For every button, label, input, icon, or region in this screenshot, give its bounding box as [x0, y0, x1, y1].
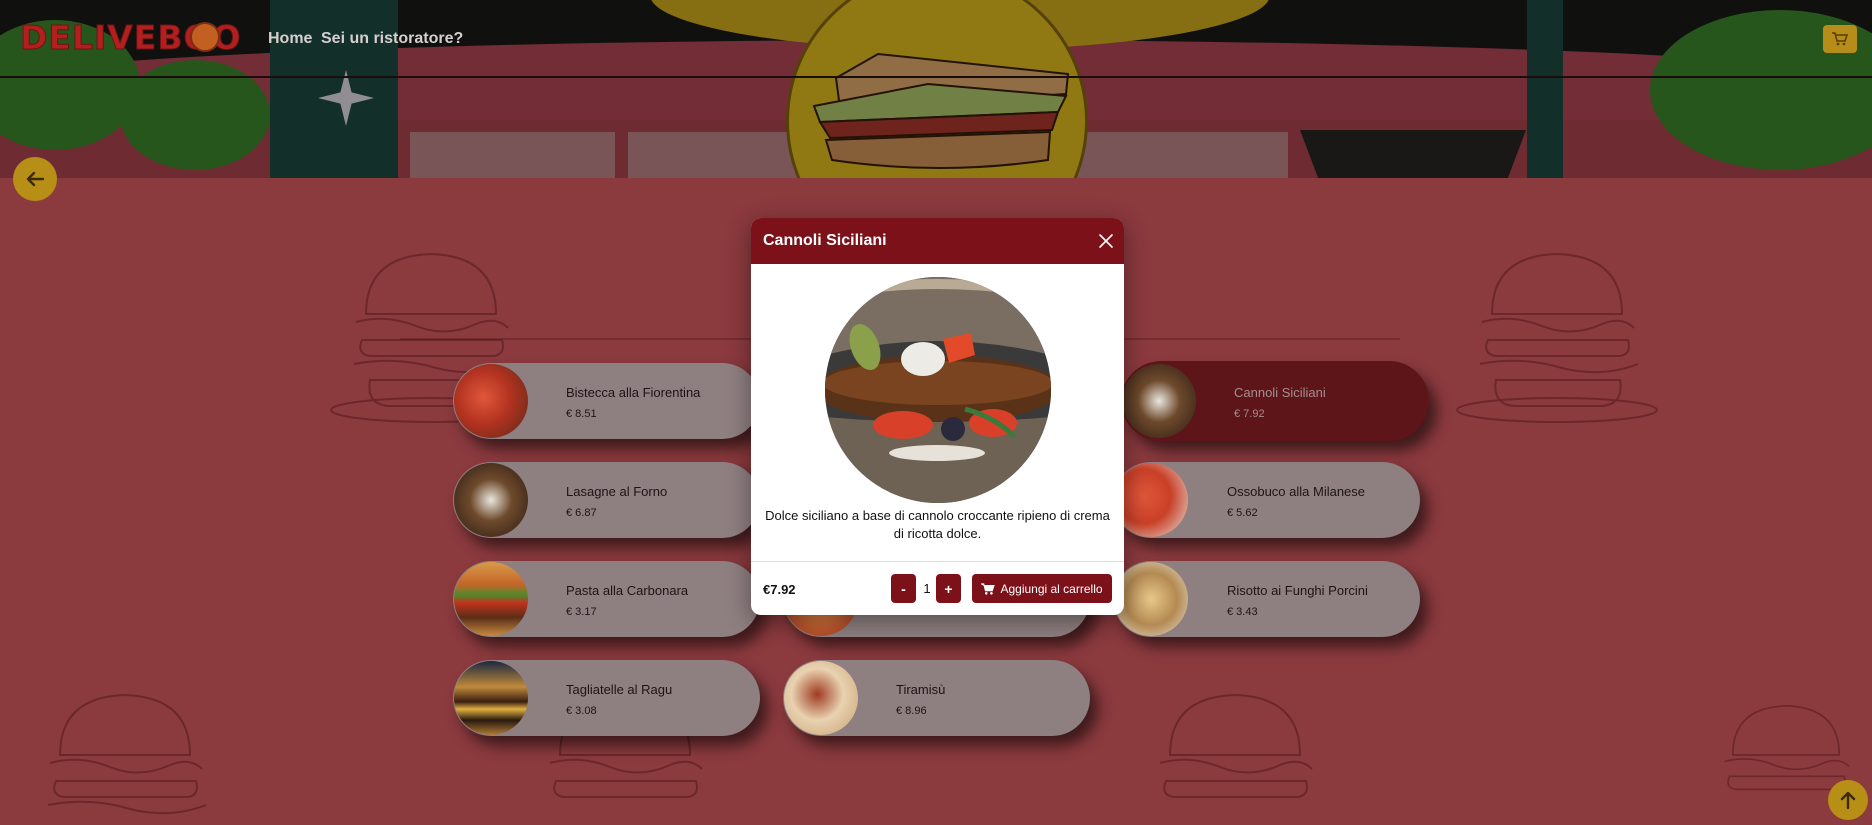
dish-price: € 3.43: [1227, 606, 1258, 618]
dish-image: [454, 364, 528, 438]
dish-price: € 6.87: [566, 507, 597, 519]
burger-doodle: [1159, 693, 1313, 798]
dish-modal: Cannoli Siciliani Dolce siciliano a base…: [751, 218, 1124, 615]
cart-button[interactable]: [1823, 25, 1857, 53]
dish-image: [454, 661, 528, 735]
dish-image: [1122, 364, 1196, 438]
add-to-cart-label: Aggiungi al carrello: [1000, 581, 1103, 596]
dish-name: Bistecca alla Fiorentina: [566, 385, 701, 400]
dish-card[interactable]: Ossobuco alla Milanese € 5.62: [1113, 462, 1420, 538]
nav-restaurateur-link[interactable]: Sei un ristoratore?: [321, 30, 463, 48]
dish-price: € 5.62: [1227, 507, 1258, 519]
dish-image: [1114, 562, 1188, 636]
dish-image: [784, 661, 858, 735]
dish-name: Lasagne al Forno: [566, 484, 668, 499]
dish-name: Cannoli Siciliani: [1234, 385, 1326, 400]
nav-home-link[interactable]: Home: [268, 30, 312, 48]
dish-card-selected[interactable]: Cannoli Siciliani € 7.92: [1121, 361, 1429, 441]
quantity-value: 1: [923, 581, 931, 596]
modal-dish-image: [825, 277, 1051, 503]
modal-divider: [751, 561, 1124, 562]
dish-image: [454, 562, 528, 636]
decrease-quantity-button[interactable]: -: [891, 574, 916, 603]
dish-price: € 8.96: [896, 705, 927, 717]
burger-doodle: [47, 693, 207, 815]
modal-description: Dolce siciliano a base di cannolo crocca…: [765, 508, 1110, 541]
increase-quantity-button[interactable]: +: [936, 574, 961, 603]
scroll-top-button[interactable]: [1828, 780, 1868, 820]
dish-card[interactable]: Tiramisù € 8.96: [783, 660, 1090, 736]
add-to-cart-button[interactable]: Aggiungi al carrello: [972, 574, 1112, 603]
dish-card[interactable]: Lasagne al Forno € 6.87: [453, 462, 760, 538]
dish-card[interactable]: Risotto ai Funghi Porcini € 3.43: [1113, 561, 1420, 637]
close-icon[interactable]: [1097, 232, 1115, 250]
dish-name: Ossobuco alla Milanese: [1227, 484, 1366, 499]
logo-meatball-icon: [190, 22, 220, 52]
navbar: DELIVEBOO Home Sei un ristoratore?: [0, 0, 1872, 78]
dish-image: [454, 463, 528, 537]
dish-name: Tagliatelle al Ragu: [566, 682, 673, 697]
dish-name: Pasta alla Carbonara: [566, 583, 689, 598]
dish-price: € 3.08: [566, 705, 597, 717]
dish-price: € 8.51: [566, 408, 597, 420]
dish-name: Tiramisù: [896, 682, 946, 697]
dish-price: € 3.17: [566, 606, 597, 618]
arrow-up-icon: [1840, 791, 1856, 809]
cart-icon: [981, 582, 996, 595]
dish-card[interactable]: Tagliatelle al Ragu € 3.08: [453, 660, 760, 736]
cart-icon: [1832, 32, 1848, 46]
modal-price: €7.92: [763, 582, 796, 597]
modal-header: Cannoli Siciliani: [751, 218, 1124, 264]
dish-card[interactable]: Bistecca alla Fiorentina € 8.51: [453, 363, 760, 439]
modal-title: Cannoli Siciliani: [763, 232, 887, 249]
dish-card[interactable]: Pasta alla Carbonara € 3.17: [453, 561, 760, 637]
dish-price: € 7.92: [1234, 408, 1265, 420]
dish-image: [1114, 463, 1188, 537]
dish-name: Risotto ai Funghi Porcini: [1227, 583, 1368, 598]
back-button[interactable]: [13, 157, 57, 201]
arrow-left-icon: [26, 171, 44, 187]
burger-doodle: [1456, 252, 1658, 423]
